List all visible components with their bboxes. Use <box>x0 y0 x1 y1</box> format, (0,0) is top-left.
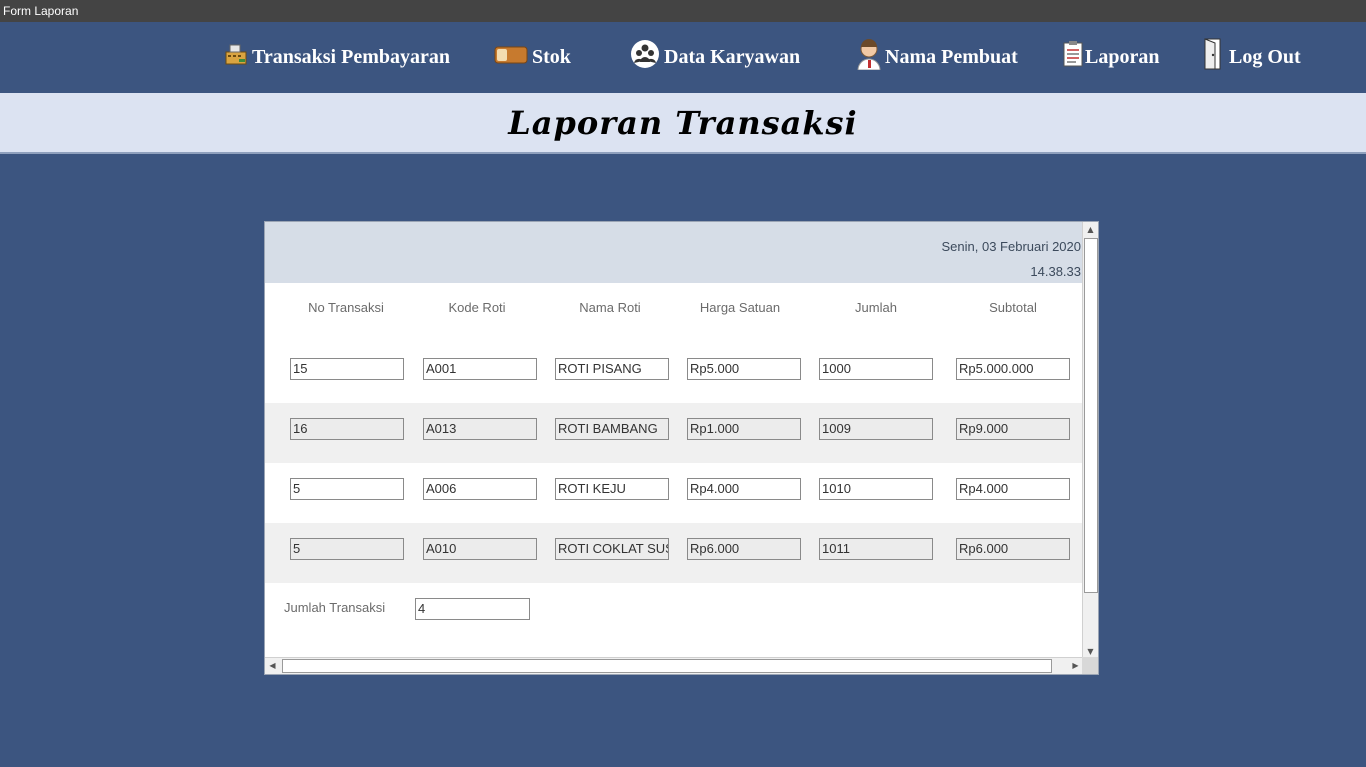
nav-transaksi-pembayaran[interactable]: Transaksi Pembayaran <box>224 39 450 75</box>
nav-label: Transaksi Pembayaran <box>252 45 450 68</box>
cell-jumlah[interactable]: 1000 <box>819 358 933 380</box>
top-navbar: Transaksi Pembayaran Stok Data Karyawan <box>0 22 1366 93</box>
window-title: Form Laporan <box>3 4 79 18</box>
column-header-harga-satuan: Harga Satuan <box>699 300 781 315</box>
horizontal-scroll-thumb[interactable] <box>282 659 1052 673</box>
door-icon <box>1203 38 1223 76</box>
scroll-up-icon[interactable]: ▲ <box>1083 222 1098 237</box>
table-row: 16 A013 ROTI BAMBANG Rp1.000 1009 Rp9.00… <box>265 403 1083 463</box>
cell-nama-roti[interactable]: ROTI PISANG <box>555 358 669 380</box>
column-header-kode-roti: Kode Roti <box>448 300 506 315</box>
nav-label: Data Karyawan <box>664 45 801 68</box>
nav-label: Nama Pembuat <box>885 45 1018 68</box>
vertical-scrollbar[interactable]: ▲ ▼ <box>1082 222 1098 659</box>
vertical-scroll-thumb[interactable] <box>1084 238 1098 593</box>
cell-jumlah[interactable]: 1011 <box>819 538 933 560</box>
report-header: Senin, 03 Februari 2020 14.38.33 <box>265 222 1083 283</box>
cell-nama-roti[interactable]: ROTI COKLAT SUSU <box>555 538 669 560</box>
cell-subtotal[interactable]: Rp6.000 <box>956 538 1070 560</box>
cell-harga-satuan[interactable]: Rp6.000 <box>687 538 801 560</box>
bread-icon <box>494 43 528 71</box>
nav-nama-pembuat[interactable]: Nama Pembuat <box>854 39 1018 75</box>
cash-register-icon <box>224 42 248 72</box>
page-title: Laporan Transaksi <box>508 103 858 142</box>
nav-stok[interactable]: Stok <box>494 39 571 75</box>
nav-log-out[interactable]: Log Out <box>1203 38 1301 76</box>
cell-no-transaksi[interactable]: 5 <box>290 478 404 500</box>
nav-label: Log Out <box>1229 45 1301 68</box>
page-header: Laporan Transaksi <box>0 93 1366 154</box>
cell-nama-roti[interactable]: ROTI KEJU <box>555 478 669 500</box>
cell-jumlah[interactable]: 1010 <box>819 478 933 500</box>
column-header-nama-roti: Nama Roti <box>579 300 641 315</box>
cell-subtotal[interactable]: Rp9.000 <box>956 418 1070 440</box>
column-header-jumlah: Jumlah <box>855 300 897 315</box>
cell-jumlah[interactable]: 1009 <box>819 418 933 440</box>
table-row: 5 A006 ROTI KEJU Rp4.000 1010 Rp4.000 <box>265 463 1083 523</box>
cell-kode-roti[interactable]: A006 <box>423 478 537 500</box>
report-date: Senin, 03 Februari 2020 <box>941 239 1081 254</box>
report-icon <box>1062 41 1084 73</box>
cell-subtotal[interactable]: Rp5.000.000 <box>956 358 1070 380</box>
report-time: 14.38.33 <box>1030 264 1081 279</box>
cell-kode-roti[interactable]: A001 <box>423 358 537 380</box>
person-icon <box>854 38 884 76</box>
horizontal-scrollbar[interactable]: ◀ ▶ <box>265 657 1083 674</box>
nav-laporan[interactable]: Laporan <box>1062 39 1159 75</box>
nav-label: Stok <box>532 45 571 68</box>
cell-no-transaksi[interactable]: 5 <box>290 538 404 560</box>
people-icon <box>630 39 660 75</box>
column-header-subtotal: Subtotal <box>989 300 1037 315</box>
cell-no-transaksi[interactable]: 16 <box>290 418 404 440</box>
cell-harga-satuan[interactable]: Rp5.000 <box>687 358 801 380</box>
cell-kode-roti[interactable]: A010 <box>423 538 537 560</box>
scroll-left-icon[interactable]: ◀ <box>265 658 280 674</box>
cell-nama-roti[interactable]: ROTI BAMBANG <box>555 418 669 440</box>
window-titlebar: Form Laporan <box>0 0 1366 22</box>
cell-subtotal[interactable]: Rp4.000 <box>956 478 1070 500</box>
nav-data-karyawan[interactable]: Data Karyawan <box>630 39 800 75</box>
report-panel[interactable]: Senin, 03 Februari 2020 14.38.33 No Tran… <box>264 221 1099 675</box>
column-header-no-transaksi: No Transaksi <box>308 300 384 315</box>
table-row: 5 A010 ROTI COKLAT SUSU Rp6.000 1011 Rp6… <box>265 523 1083 583</box>
cell-kode-roti[interactable]: A013 <box>423 418 537 440</box>
scrollbar-corner <box>1082 657 1098 674</box>
scroll-right-icon[interactable]: ▶ <box>1068 658 1083 674</box>
table-row: 15 A001 ROTI PISANG Rp5.000 1000 Rp5.000… <box>265 343 1083 403</box>
cell-harga-satuan[interactable]: Rp4.000 <box>687 478 801 500</box>
jumlah-transaksi-field[interactable]: 4 <box>415 598 530 620</box>
cell-no-transaksi[interactable]: 15 <box>290 358 404 380</box>
nav-label: Laporan <box>1085 45 1160 68</box>
jumlah-transaksi-label: Jumlah Transaksi <box>284 600 386 615</box>
cell-harga-satuan[interactable]: Rp1.000 <box>687 418 801 440</box>
